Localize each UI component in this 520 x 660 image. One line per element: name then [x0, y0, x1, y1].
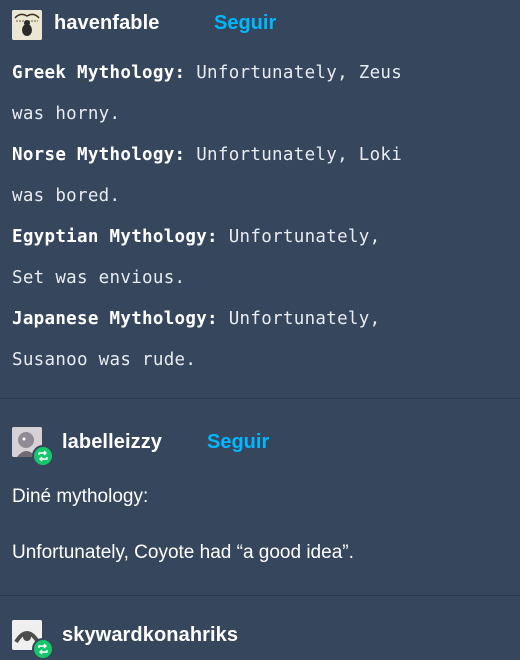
follow-button[interactable]: Seguir	[207, 431, 269, 454]
text-line: Egyptian Mythology: Unfortunately,	[12, 227, 381, 247]
post-header: skywardkonahriks	[0, 612, 520, 660]
text-line: was bored.	[12, 186, 121, 206]
post-skywardkonahriks: skywardkonahriks	[0, 596, 520, 660]
reblog-icon	[32, 445, 54, 467]
text-line: was horny.	[12, 104, 121, 124]
username[interactable]: havenfable	[54, 12, 159, 35]
post-havenfable: havenfable Seguir Greek Mythology: Unfor…	[0, 0, 520, 398]
text-line: Japanese Mythology: Unfortunately,	[12, 309, 381, 329]
text-line: Set was envious.	[12, 268, 186, 288]
text-line: Norse Mythology: Unfortunately, Loki	[12, 145, 403, 165]
reblog-icon	[32, 638, 54, 660]
text-line: Susanoo was rude.	[12, 350, 197, 370]
text-line: Greek Mythology: Unfortunately, Zeus	[12, 63, 403, 83]
post-header: labelleizzy Seguir	[0, 421, 520, 467]
post-paragraph: Diné mythology:	[12, 486, 149, 507]
username[interactable]: skywardkonahriks	[62, 624, 238, 647]
post-body: Greek Mythology: Unfortunately, Zeus was…	[12, 53, 514, 381]
follow-button[interactable]: Seguir	[214, 12, 276, 35]
avatar[interactable]	[12, 10, 42, 40]
username[interactable]: labelleizzy	[62, 431, 162, 454]
post-paragraph: Unfortunately, Coyote had “a good idea”.	[12, 542, 354, 563]
post-labelleizzy: labelleizzy Seguir Diné mythology: Unfor…	[0, 399, 520, 595]
post-header: havenfable Seguir	[0, 4, 520, 44]
